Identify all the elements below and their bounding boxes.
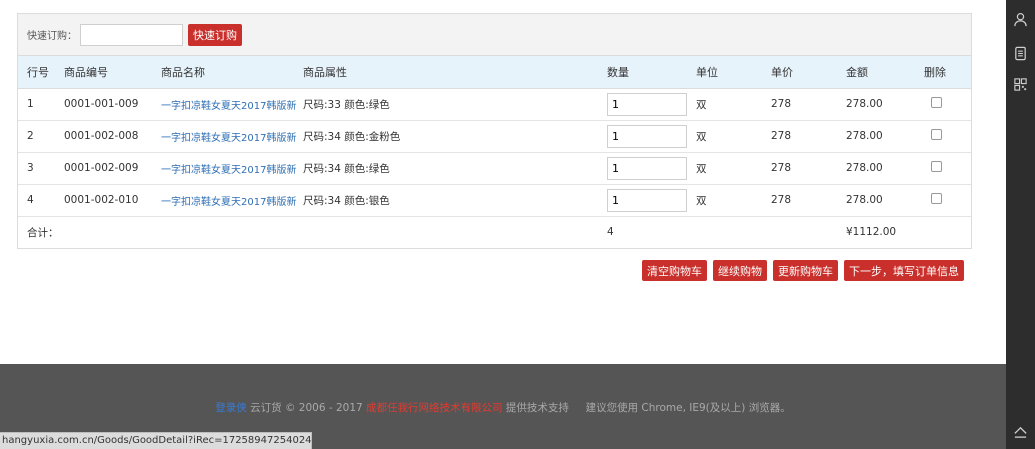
- user-icon[interactable]: [1013, 12, 1028, 27]
- unit-price: 278: [771, 194, 792, 206]
- footer-company-link[interactable]: 成都任我行网络技术有限公司: [366, 402, 503, 414]
- footer-browser-hint: 建议您使用 Chrome, IE9(及以上) 浏览器。: [585, 402, 791, 414]
- product-code: 0001-002-009: [64, 162, 139, 174]
- table-header-row: 行号 商品编号 商品名称 商品属性 数量 单位 单价 金额 删除: [18, 56, 971, 89]
- total-label: 合计：: [27, 226, 59, 239]
- unit: 双: [696, 130, 707, 143]
- header-amount: 金额: [846, 56, 924, 89]
- quantity-input[interactable]: [607, 156, 687, 180]
- footer-copyright: 登录侠 云订货 © 2006 - 2017 成都任我行网络技术有限公司 提供技术…: [0, 400, 1006, 415]
- footer-brand-link[interactable]: 登录侠: [215, 402, 247, 414]
- unit: 双: [696, 194, 707, 207]
- product-code: 0001-001-009: [64, 98, 139, 110]
- quantity-input[interactable]: [607, 92, 687, 116]
- unit-price: 278: [771, 162, 792, 174]
- amount: 278.00: [846, 162, 883, 174]
- header-unit-price: 单价: [771, 56, 846, 89]
- right-sidebar: [1006, 0, 1035, 449]
- table-row: 2 0001-002-008 一字扣凉鞋女夏天2017韩版新 尺码:34 颜色:…: [18, 120, 971, 152]
- total-amount: ¥1112.00: [846, 226, 897, 239]
- row-no: 2: [27, 130, 34, 142]
- product-attr: 尺码:34 颜色:金粉色: [303, 130, 401, 143]
- cart-actions: 清空购物车 继续购物 更新购物车 下一步，填写订单信息: [642, 260, 964, 281]
- document-icon[interactable]: [1013, 46, 1028, 61]
- footer-support-text: 提供技术支持: [502, 402, 569, 414]
- continue-shopping-button[interactable]: 继续购物: [713, 260, 767, 281]
- table-row: 1 0001-001-009 一字扣凉鞋女夏天2017韩版新 尺码:33 颜色:…: [18, 88, 971, 120]
- quantity-input[interactable]: [607, 188, 687, 212]
- row-no: 1: [27, 98, 34, 110]
- header-quantity: 数量: [607, 56, 696, 89]
- unit-price: 278: [771, 98, 792, 110]
- delete-checkbox[interactable]: [931, 129, 942, 140]
- product-name-link[interactable]: 一字扣凉鞋女夏天2017韩版新: [161, 197, 296, 208]
- product-name-link[interactable]: 一字扣凉鞋女夏天2017韩版新: [161, 101, 296, 112]
- total-row: 合计： 4 ¥1112.00: [18, 216, 971, 248]
- quick-order-button[interactable]: 快速订购: [188, 23, 242, 46]
- header-product-name: 商品名称: [161, 56, 303, 89]
- delete-checkbox[interactable]: [931, 161, 942, 172]
- delete-checkbox[interactable]: [931, 97, 942, 108]
- table-row: 4 0001-002-010 一字扣凉鞋女夏天2017韩版新 尺码:34 颜色:…: [18, 184, 971, 216]
- quantity-input[interactable]: [607, 124, 687, 148]
- amount: 278.00: [846, 98, 883, 110]
- unit: 双: [696, 98, 707, 111]
- header-row-no: 行号: [18, 56, 64, 89]
- main-area: 快速订购： 快速订购 行号 商品编号 商品名称 商品属性 数量 单位 单价 金额…: [0, 0, 1006, 449]
- header-delete: 删除: [924, 56, 971, 89]
- shopping-cart-panel: 快速订购： 快速订购 行号 商品编号 商品名称 商品属性 数量 单位 单价 金额…: [17, 13, 972, 249]
- browser-status-url: hangyuxia.com.cn/Goods/GoodDetail?iRec=1…: [0, 432, 312, 449]
- qrcode-icon[interactable]: [1013, 77, 1028, 92]
- table-row: 3 0001-002-009 一字扣凉鞋女夏天2017韩版新 尺码:34 颜色:…: [18, 152, 971, 184]
- clear-cart-button[interactable]: 清空购物车: [642, 260, 707, 281]
- cart-table: 行号 商品编号 商品名称 商品属性 数量 单位 单价 金额 删除 1 0001-…: [18, 56, 971, 248]
- header-unit: 单位: [696, 56, 771, 89]
- next-step-button[interactable]: 下一步，填写订单信息: [844, 260, 964, 281]
- row-no: 3: [27, 162, 34, 174]
- product-code: 0001-002-010: [64, 194, 139, 206]
- quick-order-input[interactable]: [80, 23, 183, 46]
- unit: 双: [696, 162, 707, 175]
- total-quantity: 4: [607, 226, 614, 239]
- delete-checkbox[interactable]: [931, 193, 942, 204]
- product-attr: 尺码:34 颜色:绿色: [303, 162, 390, 175]
- unit-price: 278: [771, 130, 792, 142]
- amount: 278.00: [846, 130, 883, 142]
- product-attr: 尺码:33 颜色:绿色: [303, 98, 390, 111]
- back-to-top-icon[interactable]: [1013, 424, 1028, 439]
- product-code: 0001-002-008: [64, 130, 139, 142]
- quick-order-bar: 快速订购： 快速订购: [18, 14, 971, 56]
- product-name-link[interactable]: 一字扣凉鞋女夏天2017韩版新: [161, 165, 296, 176]
- row-no: 4: [27, 194, 34, 206]
- quick-order-label: 快速订购：: [27, 31, 77, 42]
- product-name-link[interactable]: 一字扣凉鞋女夏天2017韩版新: [161, 133, 296, 144]
- amount: 278.00: [846, 194, 883, 206]
- header-product-attr: 商品属性: [303, 56, 607, 89]
- footer-product-text: 云订货 © 2006 - 2017: [246, 402, 367, 414]
- product-attr: 尺码:34 颜色:银色: [303, 194, 390, 207]
- update-cart-button[interactable]: 更新购物车: [773, 260, 838, 281]
- header-product-code: 商品编号: [64, 56, 161, 89]
